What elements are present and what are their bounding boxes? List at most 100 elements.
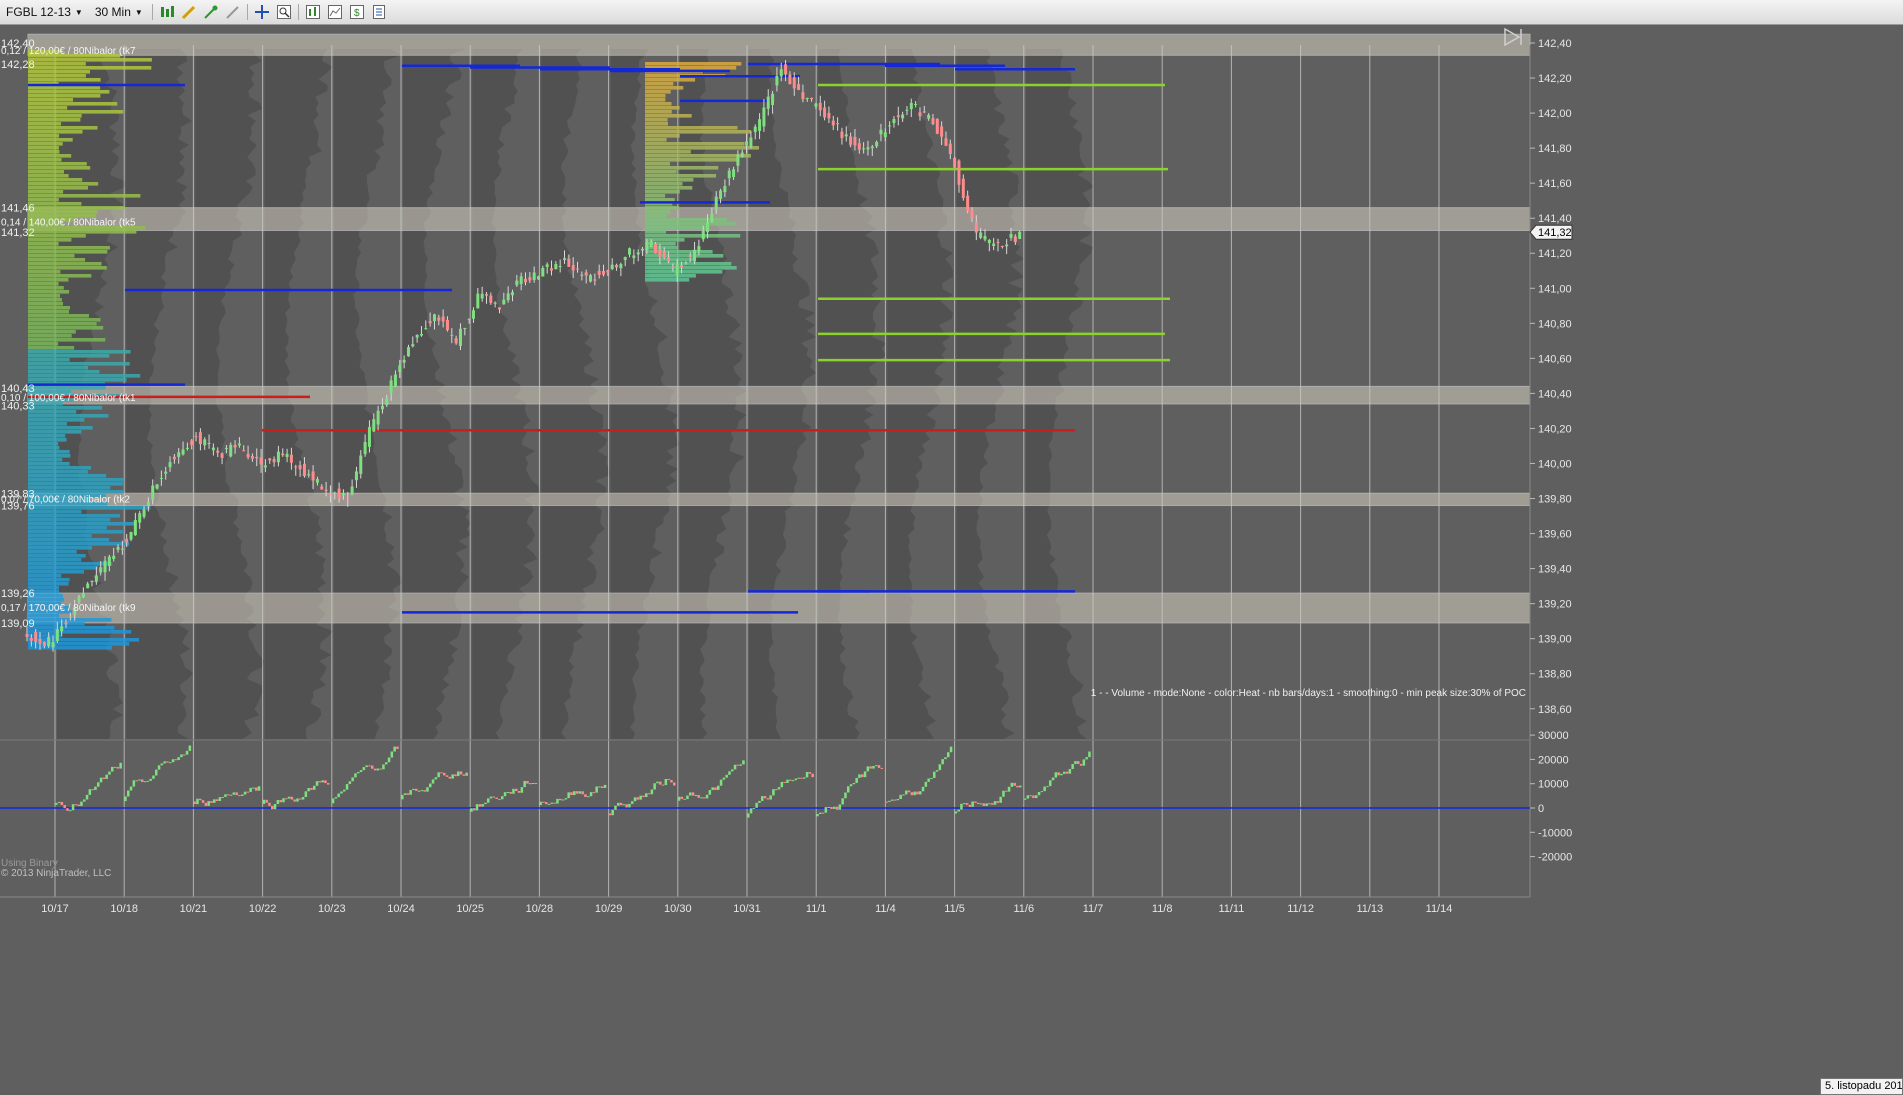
svg-text:$: $ — [354, 8, 360, 19]
oscillator-bar — [429, 783, 432, 788]
heat-bar — [28, 414, 109, 418]
chevron-down-icon: ▼ — [74, 7, 83, 17]
oscillator-bar — [553, 802, 556, 804]
oscillator-bar — [357, 772, 360, 774]
oscillator-bar — [141, 779, 144, 782]
oscillator-bar — [999, 796, 1002, 803]
oscillator-bar — [345, 784, 349, 790]
data-series-icon[interactable] — [304, 3, 322, 21]
oscillator-bar — [949, 746, 953, 753]
oscillator-bar — [714, 787, 717, 790]
price-zone — [27, 385, 1531, 405]
toolbar-divider — [246, 4, 248, 20]
zoom-icon[interactable] — [275, 3, 293, 21]
candle-body — [541, 267, 545, 277]
oscillator-bar — [1074, 761, 1077, 765]
candle-body — [164, 471, 168, 474]
heat-bar — [28, 350, 131, 354]
oscillator-bar — [835, 806, 839, 810]
indicators-icon[interactable] — [326, 3, 344, 21]
heat-bar — [28, 574, 62, 578]
chart-trader-icon[interactable] — [224, 3, 242, 21]
chart-panel[interactable]: 142,40 142,20 142,00 141,80 141,60 141,40 141,… — [0, 25, 1903, 1095]
oscillator-bar — [321, 780, 324, 783]
oscillator-bar — [805, 771, 809, 778]
candle-body — [29, 637, 33, 641]
candle-body — [376, 410, 380, 425]
heat-bar — [28, 378, 127, 382]
oscillator-bar — [252, 787, 255, 789]
oscillator-bar — [232, 792, 236, 795]
oscillator-bar — [365, 765, 368, 768]
level-label: 142,28 — [1, 59, 35, 71]
heat-bar — [28, 562, 113, 566]
oscillator-bar — [766, 798, 770, 800]
oscillator-bar — [235, 792, 238, 796]
crosshair-icon[interactable] — [253, 3, 271, 21]
bar-style-icon[interactable] — [158, 3, 176, 21]
candle-body — [922, 111, 926, 113]
oscillator-bar — [213, 799, 216, 803]
oscillator-bar — [811, 773, 814, 778]
heat-bar — [28, 266, 107, 270]
zone-label: 0,14 / 140,00€ / 80Nibalor (tk5 — [1, 218, 136, 229]
candle-body — [328, 493, 332, 495]
candle-body — [836, 123, 840, 125]
heat-bar — [28, 326, 104, 330]
strategies-icon[interactable]: $ — [348, 3, 366, 21]
oscillator-bar — [800, 777, 803, 779]
heat-bar — [28, 346, 75, 350]
oscillator-bar — [673, 782, 676, 786]
draw-pen-icon[interactable] — [180, 3, 198, 21]
heat-bar — [28, 466, 91, 470]
candle-body — [524, 278, 527, 283]
candle-body — [224, 447, 228, 449]
oscillator-bar — [1068, 769, 1072, 774]
heat-bar — [28, 522, 135, 526]
properties-icon[interactable] — [370, 3, 388, 21]
heat-bar — [645, 126, 738, 130]
candle-body — [354, 471, 358, 481]
oscillator-bar — [1088, 751, 1091, 758]
oscillator-bar — [780, 781, 784, 788]
oscillator-bar — [725, 774, 728, 778]
candle-body — [1009, 233, 1013, 238]
candle-body — [341, 493, 345, 496]
oscillator-bar — [617, 802, 620, 806]
oscillator-bar — [210, 801, 213, 803]
candle-body — [996, 241, 1000, 243]
zone-label: 0,10 / 100,00€ / 80Nibalor (tk1 — [1, 393, 136, 404]
oscillator-bar — [1002, 790, 1005, 797]
heat-bar — [28, 578, 70, 582]
oscillator-bar — [686, 795, 689, 800]
oscillator-bar — [160, 763, 164, 766]
candle-body — [979, 232, 983, 238]
candle-body — [103, 560, 107, 573]
candle-body — [233, 444, 237, 448]
oscillator-bar — [824, 807, 828, 813]
oscillator-bar — [1010, 782, 1014, 787]
heat-bar — [28, 514, 120, 518]
oscillator-bar — [694, 794, 698, 796]
heat-bar — [28, 366, 88, 370]
oscillator-bar — [229, 794, 233, 796]
heat-bar — [28, 62, 86, 66]
date-tick-label: 11/8 — [1152, 903, 1173, 915]
candle-body — [138, 513, 142, 523]
candle-body — [593, 279, 597, 281]
drawing-tools-icon[interactable] — [202, 3, 220, 21]
instrument-selector[interactable]: FGBL 12-13 ▼ — [0, 2, 89, 22]
candle-body — [758, 119, 762, 132]
oscillator-bar — [736, 764, 740, 766]
oscillator-bar — [819, 812, 822, 814]
heat-bar — [28, 150, 60, 154]
level-label: 139,09 — [1, 618, 35, 630]
heat-bar — [28, 86, 101, 90]
oscillator-bar — [919, 791, 922, 795]
oscillator-bar — [977, 802, 980, 804]
oscillator-bar — [982, 803, 986, 806]
price-tick-label: 139,40 — [1538, 564, 1572, 576]
candle-body — [155, 484, 159, 489]
interval-selector[interactable]: 30 Min ▼ — [89, 2, 149, 22]
oscillator-bar — [598, 786, 601, 788]
